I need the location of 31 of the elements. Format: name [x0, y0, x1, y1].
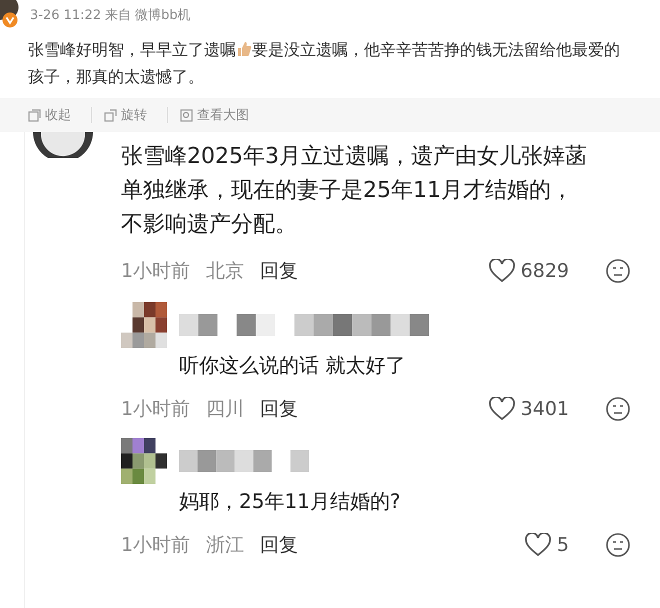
like-count: 3401	[520, 398, 569, 420]
post-source-label: 来自	[105, 7, 132, 24]
reply-button[interactable]: 回复	[260, 532, 298, 558]
post-timestamp: 3-26 11:22	[30, 8, 102, 22]
reply-button[interactable]: 回复	[260, 258, 298, 284]
neutral-face-icon[interactable]	[605, 396, 631, 422]
neutral-face-icon[interactable]	[605, 258, 631, 284]
rotate-icon	[104, 108, 117, 122]
thumbs-up-icon	[236, 41, 252, 57]
collapse-icon	[28, 108, 41, 122]
comment-text: 张雪峰2025年3月立过遗嘱，遗产由女儿张婞菡单独继承，现在的妻子是25年11月才结婚的，不影响遗产分配。	[121, 143, 588, 239]
avatar	[121, 438, 167, 484]
reply-text: 妈耶，25年11月结婚的?	[179, 488, 402, 515]
comment-time: 1小时前	[121, 533, 190, 558]
magnify-icon	[180, 108, 193, 122]
comment-time: 1小时前	[121, 397, 190, 422]
neutral-face-icon[interactable]	[605, 532, 631, 558]
heart-icon[interactable]	[524, 533, 551, 557]
reply-text: 听你这么说的话 就太好了	[179, 352, 406, 379]
post-text: 张雪峰好明智，早早立了遗嘱 要是没立遗嘱，他辛辛苦苦挣的钱无法留给他最爱的孩子，那真的太遗憾了。	[28, 39, 620, 88]
comment-location: 北京	[206, 259, 244, 284]
reply-button[interactable]: 回复	[260, 396, 298, 422]
comment-location: 浙江	[206, 533, 244, 558]
avatar	[121, 302, 167, 348]
heart-icon[interactable]	[488, 259, 515, 283]
like-count: 6829	[520, 260, 569, 282]
like-count: 5	[556, 534, 569, 556]
comment-location: 四川	[206, 397, 244, 422]
heart-icon[interactable]	[488, 397, 515, 421]
post-source: 微博bb机	[135, 7, 191, 24]
comment-time: 1小时前	[121, 259, 190, 284]
